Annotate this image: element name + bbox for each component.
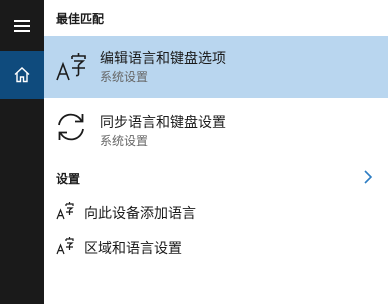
settings-item-region-language[interactable]: 区域和语言设置 <box>44 232 388 262</box>
language-small-icon <box>56 202 74 220</box>
chevron-right-icon[interactable] <box>362 168 374 186</box>
menu-button[interactable] <box>0 2 44 50</box>
left-rail <box>0 0 44 304</box>
best-match-header: 最佳匹配 <box>56 12 105 26</box>
home-icon <box>14 67 30 83</box>
sync-icon <box>58 113 84 141</box>
result-title: 同步语言和键盘设置 <box>100 115 226 131</box>
result-edit-language-keyboard[interactable]: 编辑语言和键盘选项 系统设置 <box>44 36 388 98</box>
home-button[interactable] <box>0 51 44 99</box>
result-sync-language-keyboard[interactable]: 同步语言和键盘设置 系统设置 <box>44 102 388 154</box>
search-results-panel: 最佳匹配 编辑语言和键盘选项 系统设置 同步语言和键盘设置 系统设置 设置 向此… <box>0 0 388 304</box>
result-subtitle: 系统设置 <box>100 70 149 84</box>
result-title: 编辑语言和键盘选项 <box>100 51 226 67</box>
language-small-icon <box>56 237 74 255</box>
results-content: 最佳匹配 编辑语言和键盘选项 系统设置 同步语言和键盘设置 系统设置 设置 向此… <box>44 0 388 304</box>
settings-item-label: 向此设备添加语言 <box>84 206 196 222</box>
settings-item-add-language[interactable]: 向此设备添加语言 <box>44 197 388 227</box>
result-subtitle: 系统设置 <box>100 134 149 148</box>
settings-header: 设置 <box>56 172 81 186</box>
settings-item-label: 区域和语言设置 <box>84 241 182 257</box>
language-icon <box>56 53 86 81</box>
hamburger-icon <box>14 17 30 35</box>
